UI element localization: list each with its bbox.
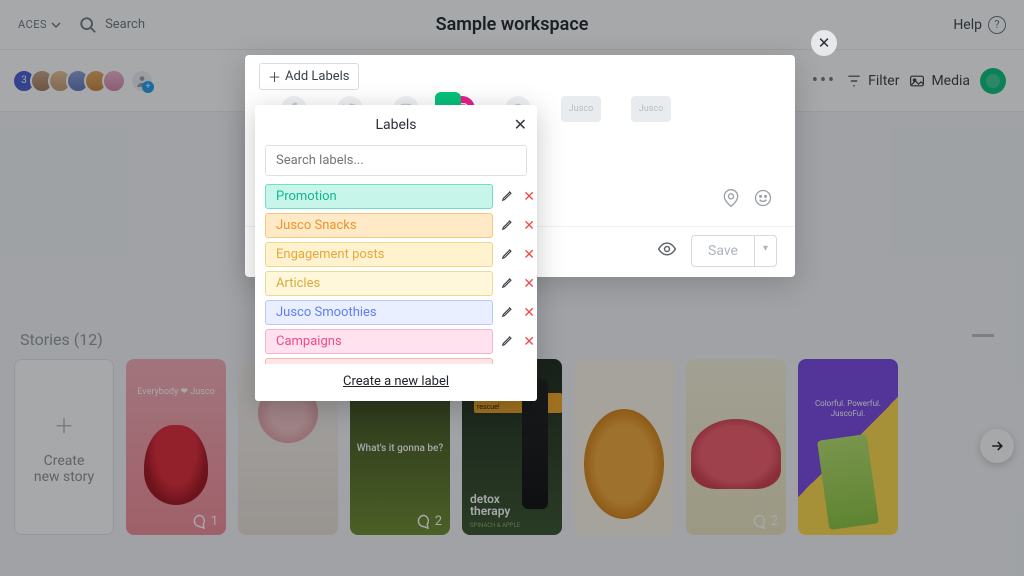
labels-popover: Labels ✕ Promotion✕Jusco Snacks✕Engageme…: [255, 105, 537, 401]
story-subtext: SPINACH & APPLE: [470, 522, 520, 529]
media-icon: [909, 73, 925, 89]
label-row: Articles ✕: [265, 271, 535, 296]
user-icon: [136, 75, 148, 87]
story-caption: Colorful. Powerful. JuscoFul.: [798, 399, 898, 420]
edit-label-icon[interactable]: [501, 361, 515, 364]
stories-heading-text: Stories: [20, 330, 70, 349]
close-labels-button[interactable]: ✕: [514, 115, 527, 134]
plus-icon: ＋: [268, 67, 281, 86]
labels-search[interactable]: [265, 145, 527, 176]
labels-search-input[interactable]: [265, 145, 527, 176]
delete-label-icon[interactable]: ✕: [523, 218, 535, 234]
location-icon[interactable]: [721, 188, 741, 212]
emoji-icon[interactable]: [753, 188, 773, 212]
label-row: Jusco Smoothies ✕: [265, 300, 535, 325]
story-caption: Everybody ❤ Jusco: [126, 387, 226, 397]
story-card[interactable]: Colorful. Powerful. JuscoFul.: [798, 359, 898, 535]
chevron-down-icon: [51, 20, 61, 30]
create-label-link[interactable]: Create a new label: [255, 364, 537, 401]
page-title: Sample workspace: [436, 14, 589, 35]
label-chip[interactable]: Engagement posts: [265, 242, 493, 267]
story-card[interactable]: [574, 359, 674, 535]
create-fab[interactable]: [980, 68, 1006, 94]
label-chip[interactable]: Jusco Snacks: [265, 213, 493, 238]
package-graphic: [817, 434, 879, 530]
story-card[interactable]: Everybody ❤ Jusco 1: [126, 359, 226, 535]
filter-button[interactable]: Filter: [846, 73, 899, 89]
delete-label-icon[interactable]: ✕: [523, 276, 535, 292]
media-label: Media: [931, 73, 970, 89]
add-labels-text: Add Labels: [285, 69, 350, 84]
edit-label-icon[interactable]: [501, 332, 515, 351]
labels-popover-header: Labels ✕: [255, 105, 537, 145]
filter-label: Filter: [868, 73, 899, 89]
label-row: Campaigns ✕: [265, 329, 535, 354]
scroll-right-button[interactable]: [980, 429, 1014, 463]
delete-label-icon[interactable]: ✕: [523, 305, 535, 321]
delete-label-icon[interactable]: ✕: [523, 247, 535, 263]
save-label: Save: [692, 236, 754, 266]
label-chip[interactable]: Jusco Smoothies: [265, 300, 493, 325]
label-row: Jusco Kids ✕: [265, 358, 535, 364]
collapse-section-button[interactable]: [972, 334, 994, 337]
story-comments[interactable]: 2: [416, 513, 442, 529]
stories-count: (12): [74, 330, 103, 349]
avatar: [102, 69, 126, 93]
story-caption: What's it gonna be?: [350, 443, 450, 454]
help-label: Help: [953, 17, 982, 33]
label-row: Promotion ✕: [265, 184, 535, 209]
account-tag[interactable]: Jusco: [631, 96, 671, 122]
more-button[interactable]: •••: [812, 70, 836, 91]
add-member-button[interactable]: [130, 69, 154, 93]
save-button[interactable]: Save ▾: [691, 235, 777, 267]
arrow-right-icon: [989, 438, 1005, 454]
search-field[interactable]: Search: [79, 16, 145, 34]
edit-label-icon[interactable]: [501, 216, 515, 235]
account-tag[interactable]: Jusco: [561, 96, 601, 122]
filter-icon: [846, 73, 862, 89]
search-placeholder: Search: [105, 17, 145, 32]
labels-popover-title: Labels: [375, 117, 416, 133]
create-story-card[interactable]: ＋ Create new story: [14, 359, 114, 535]
edit-label-icon[interactable]: [501, 274, 515, 293]
delete-label-icon[interactable]: ✕: [523, 189, 535, 205]
plus-icon: ＋: [54, 410, 74, 439]
avatar-stack[interactable]: 3: [18, 69, 154, 93]
top-bar: ACES Search Sample workspace Help ?: [0, 0, 1024, 50]
story-comments[interactable]: 2: [752, 513, 778, 529]
label-row: Jusco Snacks ✕: [265, 213, 535, 238]
search-icon: [79, 16, 97, 34]
edit-label-icon[interactable]: [501, 303, 515, 322]
label-chip[interactable]: Campaigns: [265, 329, 493, 354]
save-dropdown[interactable]: ▾: [754, 236, 776, 266]
preview-button[interactable]: [657, 239, 677, 263]
create-story-label: Create new story: [34, 453, 94, 485]
edit-label-icon[interactable]: [501, 187, 515, 206]
workspace-dropdown-label: ACES: [18, 18, 47, 31]
label-chip[interactable]: Promotion: [265, 184, 493, 209]
workspace-dropdown[interactable]: ACES: [18, 18, 61, 31]
edit-label-icon[interactable]: [501, 245, 515, 264]
help-link[interactable]: Help ?: [953, 16, 1006, 34]
delete-label-icon[interactable]: ✕: [523, 334, 535, 350]
labels-list[interactable]: Promotion ✕ Jusco Snacks ✕ Engagement posts ✕…: [255, 184, 537, 364]
close-composer-button[interactable]: ✕: [811, 30, 837, 56]
help-icon: ?: [988, 16, 1006, 34]
story-text: detoxtherapy: [470, 493, 510, 517]
media-button[interactable]: Media: [909, 73, 970, 89]
add-labels-button[interactable]: ＋ Add Labels: [259, 63, 359, 90]
label-row: Engagement posts ✕: [265, 242, 535, 267]
story-card[interactable]: 2: [686, 359, 786, 535]
label-chip[interactable]: Jusco Kids: [265, 358, 493, 364]
label-chip[interactable]: Articles: [265, 271, 493, 296]
delete-label-icon[interactable]: ✕: [523, 363, 535, 365]
story-comments[interactable]: 1: [192, 513, 218, 529]
